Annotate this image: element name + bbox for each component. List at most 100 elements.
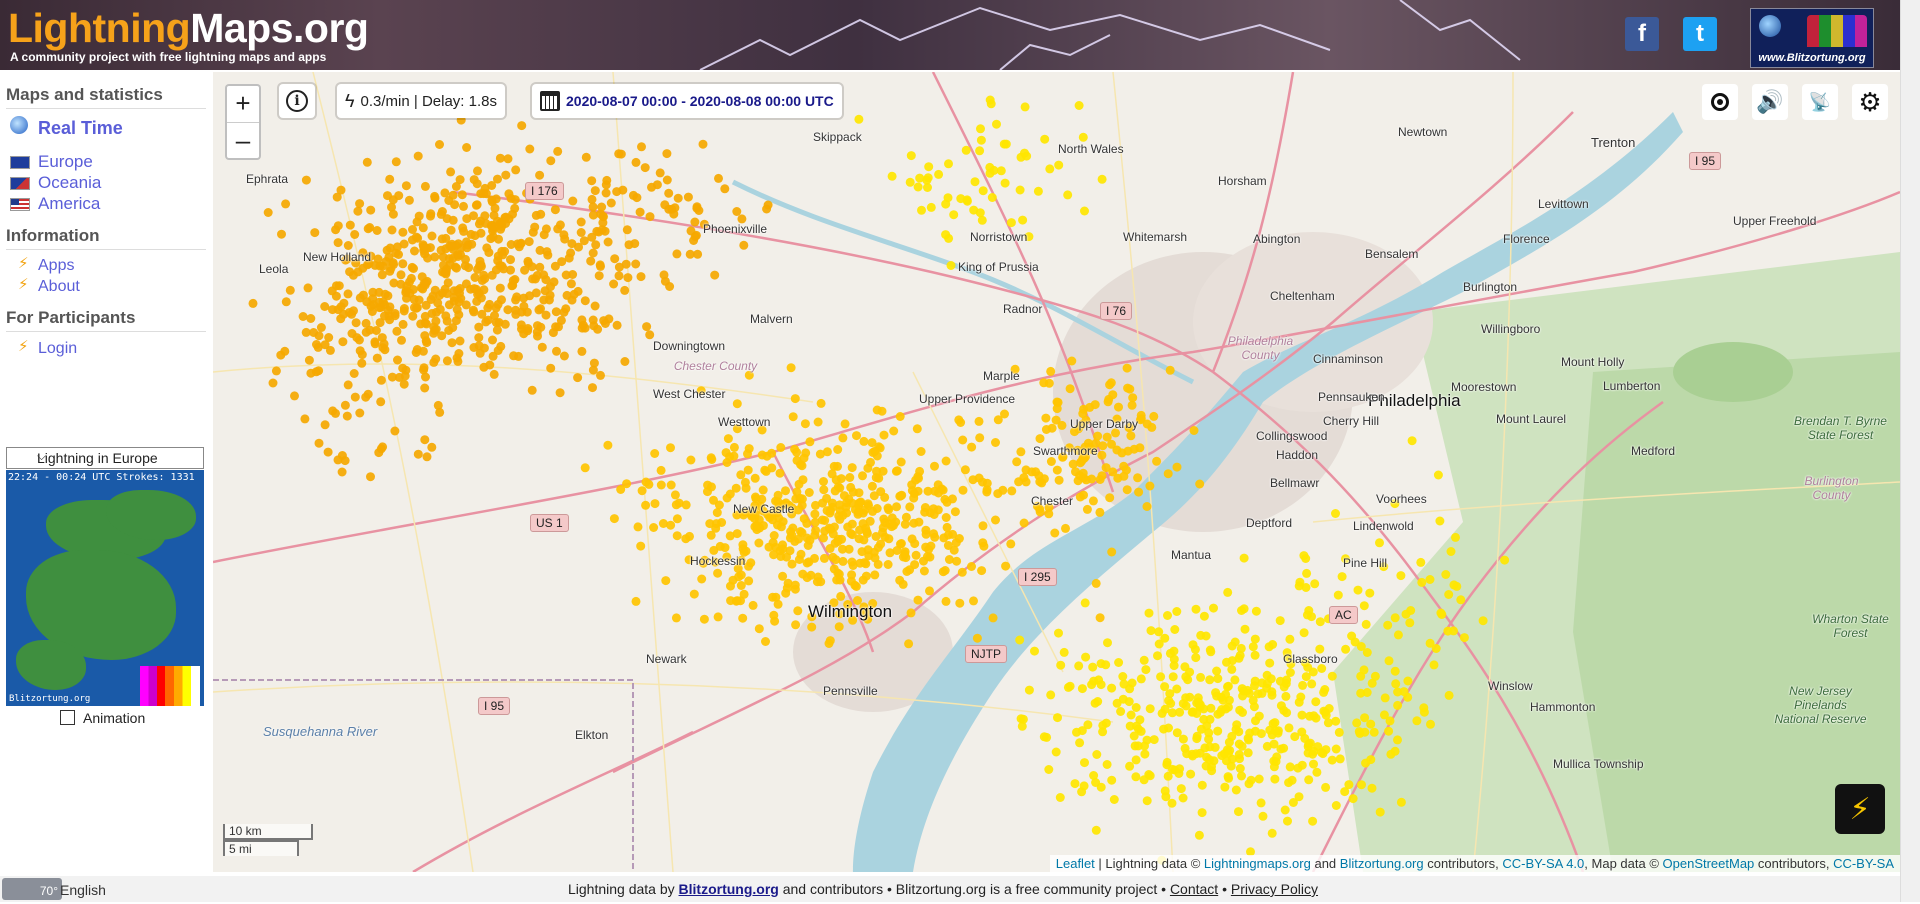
lightning-strike-dot xyxy=(1370,671,1380,681)
lightningmaps-link[interactable]: Lightningmaps.org xyxy=(1204,856,1311,871)
lightning-strike-dot xyxy=(664,188,674,198)
map-label: Collingswood xyxy=(1256,429,1328,443)
lightning-strike-dot xyxy=(595,260,605,270)
lightning-strike-dot xyxy=(609,514,619,524)
lightning-strike-dot xyxy=(1304,606,1314,615)
lightning-strike-dot xyxy=(483,303,493,313)
lightning-strike-dot xyxy=(362,157,372,167)
date-range-text: 2020-08-07 00:00 - 2020-08-08 00:00 UTC xyxy=(566,93,834,109)
lightning-strike-dot xyxy=(1235,764,1245,773)
osm-link[interactable]: OpenStreetMap xyxy=(1663,856,1755,871)
map-attribution: Leaflet | Lightning data © Lightningmaps… xyxy=(1049,855,1900,872)
lightning-strike-dot xyxy=(854,114,864,124)
site-logo[interactable]: LightningMaps.org xyxy=(8,6,369,50)
animation-toggle[interactable]: Animation xyxy=(60,710,145,726)
lightning-strike-dot xyxy=(923,552,932,561)
lightning-strike-dot xyxy=(1265,658,1275,668)
animation-checkbox[interactable] xyxy=(60,710,75,725)
lightning-strike-dot xyxy=(491,194,501,204)
sidebar-item-oceania[interactable]: Oceania xyxy=(38,173,101,193)
lightning-strike-dot xyxy=(455,336,465,346)
lightning-strike-dot xyxy=(1250,650,1260,660)
info-button[interactable]: i xyxy=(279,84,315,118)
attribution-text: contributors, xyxy=(1423,856,1503,871)
lightning-strike-dot xyxy=(1199,611,1209,621)
stations-button[interactable]: 📡 xyxy=(1802,84,1838,120)
twitter-icon[interactable]: t xyxy=(1683,17,1717,51)
lightning-strike-dot xyxy=(441,311,451,321)
zoom-out-button[interactable]: – xyxy=(227,123,259,159)
lightning-strike-dot xyxy=(1403,676,1413,686)
lightning-strike-dot xyxy=(388,195,398,205)
lightning-strike-dot xyxy=(314,366,324,376)
lightning-strike-dot xyxy=(593,324,603,334)
us-flag-icon xyxy=(10,198,30,211)
sidebar-item-login[interactable]: Login xyxy=(38,340,77,358)
leaflet-link[interactable]: Leaflet xyxy=(1056,856,1095,871)
lightning-strike-dot xyxy=(1097,174,1107,184)
lightning-strike-dot xyxy=(1230,675,1240,685)
lightning-strike-dot xyxy=(516,238,526,248)
map-label: New Jersey Pinelands National Reserve xyxy=(1774,684,1867,726)
live-mode-button[interactable]: ⚡ xyxy=(1835,784,1885,834)
lightning-strike-dot xyxy=(1124,697,1134,707)
lightning-strike-dot xyxy=(387,225,397,235)
lightning-strike-dot xyxy=(729,442,739,452)
lightning-strike-dot xyxy=(720,184,730,194)
sidebar-item-europe[interactable]: Europe xyxy=(38,152,93,172)
contact-link[interactable]: Contact xyxy=(1170,881,1218,897)
lightning-strike-dot xyxy=(1131,755,1141,765)
stroke-rate-text: 0.3/min | Delay: 1.8s xyxy=(360,92,497,110)
lightning-strike-dot xyxy=(551,307,561,317)
language-selector[interactable]: English xyxy=(60,882,106,898)
lightning-strike-dot xyxy=(483,315,493,325)
locate-button[interactable] xyxy=(1702,84,1738,120)
blitzortung-banner[interactable]: www.Blitzortung.org xyxy=(1750,8,1874,68)
lightning-strike-dot xyxy=(1081,652,1091,662)
page-scrollbar[interactable] xyxy=(1900,0,1920,902)
lightning-strike-dot xyxy=(612,320,622,330)
scale-km: 10 km xyxy=(223,824,313,840)
sound-button[interactable]: 🔊 xyxy=(1752,84,1788,120)
lightning-strike-dot xyxy=(525,144,535,154)
lightning-strike-dot xyxy=(1281,691,1291,701)
lightning-strike-dot xyxy=(511,305,521,315)
weather-widget[interactable]: 70° xyxy=(2,878,62,900)
lightning-strike-dot xyxy=(883,560,893,569)
privacy-policy-link[interactable]: Privacy Policy xyxy=(1231,881,1318,897)
lightning-map[interactable]: Philadelphia Wilmington Trenton Skippack Nor… xyxy=(213,72,1900,872)
settings-button[interactable]: ⚙ xyxy=(1852,84,1888,120)
facebook-icon[interactable]: f xyxy=(1625,17,1659,51)
lightning-strike-dot xyxy=(442,289,452,299)
zoom-control: + – xyxy=(225,84,261,160)
lightning-strike-dot xyxy=(1331,744,1341,754)
lightning-strike-dot xyxy=(637,486,647,496)
sidebar-item-about[interactable]: About xyxy=(38,278,80,296)
stroke-rate-indicator[interactable]: ϟ 0.3/min | Delay: 1.8s xyxy=(337,84,505,118)
lightning-strike-dot xyxy=(462,214,472,224)
map-label: Cherry Hill xyxy=(1323,414,1380,428)
sidebar-item-america[interactable]: America xyxy=(38,194,100,214)
sidebar-item-apps[interactable]: Apps xyxy=(38,257,74,275)
europe-mini-map[interactable]: 22:24 - 00:24 UTC Strokes: 1331 Blitzort… xyxy=(6,470,204,706)
blitzortung-footer-link[interactable]: Blitzortung.org xyxy=(679,881,779,897)
osm-license-link[interactable]: CC-BY-SA xyxy=(1833,856,1894,871)
lightning-strike-dot xyxy=(552,346,561,356)
lightning-strike-dot xyxy=(580,296,590,306)
mini-map-select[interactable]: Lightning in Europe ⌵ xyxy=(6,447,204,469)
lightning-strike-dot xyxy=(339,309,349,319)
license-link[interactable]: CC-BY-SA 4.0 xyxy=(1502,856,1584,871)
lightning-strike-dot xyxy=(1375,807,1385,817)
sidebar-item-real-time[interactable]: Real Time xyxy=(38,118,123,139)
lightning-strike-dot xyxy=(459,201,468,211)
date-range-button[interactable]: 2020-08-07 00:00 - 2020-08-08 00:00 UTC xyxy=(532,84,842,118)
lightning-strike-dot xyxy=(392,326,402,336)
map-label: Bensalem xyxy=(1365,247,1419,261)
zoom-in-button[interactable]: + xyxy=(227,86,259,123)
lightning-strike-dot xyxy=(1145,481,1155,491)
blitzortung-link[interactable]: Blitzortung.org xyxy=(1340,856,1424,871)
attribution-text: , Map data © xyxy=(1584,856,1663,871)
lightning-strike-dot xyxy=(623,273,633,283)
lightning-strike-dot xyxy=(650,499,660,509)
lightning-strike-dot xyxy=(400,371,410,381)
